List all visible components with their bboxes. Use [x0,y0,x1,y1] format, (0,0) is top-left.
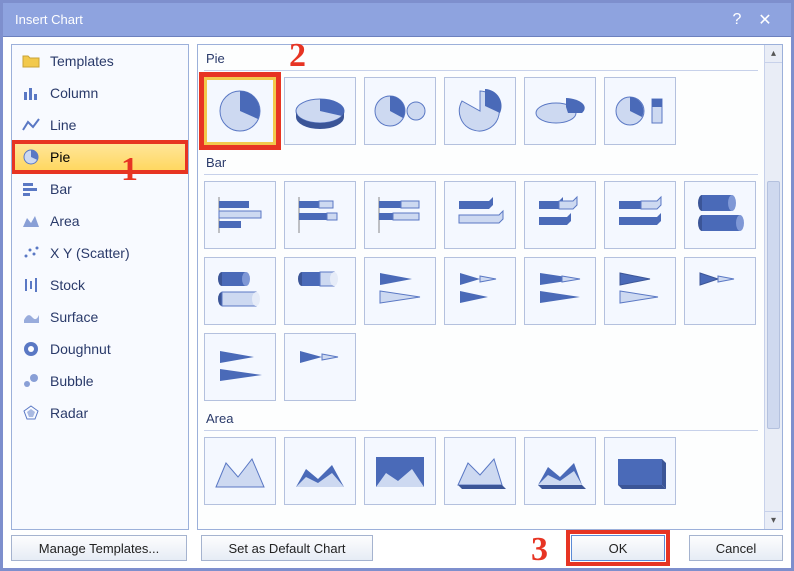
sidebar-item-pie[interactable]: Pie [12,141,188,173]
thumb-bar-100[interactable] [364,181,436,249]
sidebar-item-label: Area [50,213,80,229]
pie-thumbs [204,77,758,145]
thumb-bar-of-pie[interactable] [604,77,676,145]
thumb-bar-3d-100[interactable] [604,181,676,249]
sidebar-item-label: Column [50,85,98,101]
thumb-pie-3d[interactable] [284,77,356,145]
bar-thumbs [204,181,758,401]
sidebar-item-label: Radar [50,405,88,421]
thumb-pyr-clustered[interactable] [604,257,676,325]
sidebar-item-stock[interactable]: Stock [12,269,188,301]
help-button[interactable]: ? [723,11,751,29]
chart-subtype-pane: Pie [197,44,783,530]
sidebar-item-label: Templates [50,53,114,69]
sidebar-item-bar[interactable]: Bar [12,173,188,205]
manage-templates-button[interactable]: Manage Templates... [11,535,187,561]
scroll-track[interactable] [765,63,782,511]
thumb-cone-clustered[interactable] [364,257,436,325]
sidebar-item-doughnut[interactable]: Doughnut [12,333,188,365]
dialog-title: Insert Chart [15,12,723,27]
scatter-chart-icon [22,244,40,262]
thumb-area-3d-solid[interactable] [604,437,676,505]
ok-button[interactable]: OK [571,535,665,561]
main: Templates Column Line Pie Bar [11,44,783,530]
sidebar-item-label: X Y (Scatter) [50,245,130,261]
thumb-cone-stacked[interactable] [444,257,516,325]
close-button[interactable]: ✕ [751,10,779,30]
bar-chart-icon [22,180,40,198]
thumb-cyl-horiz-stacked[interactable] [284,257,356,325]
scroll-up-arrow-icon[interactable]: ▴ [765,45,782,63]
thumb-pie-of-pie[interactable] [364,77,436,145]
dialog-button-bar: Manage Templates... Set as Default Chart… [11,534,783,562]
sidebar-item-bubble[interactable]: Bubble [12,365,188,397]
doughnut-chart-icon [22,340,40,358]
sidebar-item-label: Surface [50,309,98,325]
group-label-pie: Pie [204,49,758,71]
folder-icon [22,52,40,70]
sidebar-item-surface[interactable]: Surface [12,301,188,333]
set-default-chart-button[interactable]: Set as Default Chart [201,535,373,561]
sidebar-item-label: Bar [50,181,72,197]
thumb-bar-3d-clustered[interactable] [444,181,516,249]
thumb-bar-stacked[interactable] [284,181,356,249]
thumb-pie-exploded-3d[interactable] [524,77,596,145]
bubble-chart-icon [22,372,40,390]
chart-type-sidebar: Templates Column Line Pie Bar [11,44,189,530]
cancel-button[interactable]: Cancel [689,535,783,561]
sidebar-item-scatter[interactable]: X Y (Scatter) [12,237,188,269]
thumb-area-2d[interactable] [204,437,276,505]
thumb-cone-horiz[interactable] [204,333,276,401]
sidebar-item-templates[interactable]: Templates [12,45,188,77]
thumb-cyl-clustered[interactable] [684,181,756,249]
thumb-bar-3d-stacked[interactable] [524,181,596,249]
thumb-area-100[interactable] [364,437,436,505]
titlebar: Insert Chart ? ✕ [3,3,791,37]
surface-chart-icon [22,308,40,326]
sidebar-item-line[interactable]: Line [12,109,188,141]
sidebar-item-column[interactable]: Column [12,77,188,109]
thumb-cone-100[interactable] [524,257,596,325]
scroll-handle[interactable] [767,181,780,429]
radar-chart-icon [22,404,40,422]
thumb-pie-2d[interactable] [204,77,276,145]
line-chart-icon [22,116,40,134]
pie-chart-icon [22,148,40,166]
group-label-area: Area [204,409,758,431]
scroll-down-arrow-icon[interactable]: ▾ [765,511,782,529]
sidebar-item-label: Pie [50,149,70,165]
thumb-area-3d[interactable] [444,437,516,505]
thumb-bar-clustered[interactable] [204,181,276,249]
group-label-bar: Bar [204,153,758,175]
thumb-cyl-horiz-clustered[interactable] [204,257,276,325]
sidebar-item-label: Doughnut [50,341,111,357]
thumb-area-stacked[interactable] [284,437,356,505]
thumb-area-3d-stacked[interactable] [524,437,596,505]
chart-subtype-groups: Pie [198,45,764,529]
thumb-pyr-stacked[interactable] [684,257,756,325]
thumb-cone-horiz-stacked[interactable] [284,333,356,401]
area-chart-icon [22,212,40,230]
sidebar-item-label: Line [50,117,76,133]
vertical-scrollbar[interactable]: ▴ ▾ [764,45,782,529]
sidebar-item-area[interactable]: Area [12,205,188,237]
sidebar-item-radar[interactable]: Radar [12,397,188,429]
area-thumbs [204,437,758,505]
sidebar-item-label: Bubble [50,373,94,389]
stock-chart-icon [22,276,40,294]
column-chart-icon [22,84,40,102]
sidebar-item-label: Stock [50,277,85,293]
thumb-pie-exploded[interactable] [444,77,516,145]
